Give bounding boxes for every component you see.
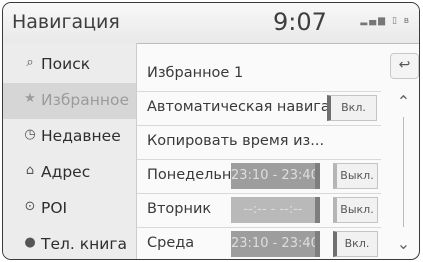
day-toggle[interactable]: Выкл.: [333, 197, 378, 223]
status-icons: ▂▄▆ ▯ ʙ: [360, 16, 411, 26]
day-toggle[interactable]: Вкл.: [333, 231, 378, 257]
copy-time-row[interactable]: Копировать время из...: [137, 126, 381, 160]
favorite-heading-row: Избранное 1: [137, 58, 381, 92]
copy-time-label: Копировать время из...: [147, 133, 325, 149]
scroll-down-button[interactable]: ⌄: [390, 233, 417, 255]
time-range-button[interactable]: 23:10 - 23:40: [231, 231, 320, 257]
magnifier-icon: ⌕: [26, 55, 34, 70]
auto-navigation-row[interactable]: Автоматическая навигация Вкл.: [137, 92, 381, 126]
sidebar-item-poi[interactable]: ⊙ POI: [3, 191, 136, 227]
sidebar-item-label: POI: [41, 199, 68, 217]
battery-icon: ▯: [391, 16, 399, 26]
header-bar: Навигация 9:07 ▂▄▆ ▯ ʙ: [3, 3, 419, 44]
sidebar-item-address[interactable]: ⌂ Адрес: [3, 155, 136, 191]
signal-icon: ▂▄▆: [360, 16, 388, 26]
sidebar-item-search[interactable]: ⌕ Поиск: [3, 47, 136, 83]
favorites-panel: Избранное 1 Автоматическая навигация Вкл…: [137, 43, 387, 259]
poi-pin-icon: ⊙: [24, 199, 36, 214]
scroll-controls: ↩ ⌃ ⌄: [387, 43, 419, 259]
day-label: Среда: [147, 235, 195, 251]
day-row-wednesday[interactable]: Среда 23:10 - 23:40 Вкл.: [137, 228, 381, 259]
sidebar-item-label: Поиск: [41, 55, 91, 73]
scrollbar-track[interactable]: [403, 117, 404, 227]
day-row-monday[interactable]: Понедельник 23:10 - 23:40 Выкл.: [137, 160, 381, 194]
star-icon: ★: [24, 91, 36, 106]
sidebar-item-label: Недавнее: [41, 127, 121, 145]
chevron-up-icon: ⌃: [396, 92, 411, 111]
sidebar-item-label: Тел. книга: [41, 235, 127, 253]
sidebar: ⌕ Поиск ★ Избранное ◷ Недавнее ⌂ Адрес ⊙…: [3, 43, 137, 259]
time-range-button[interactable]: --:-- - --:--: [231, 197, 320, 223]
scroll-up-button[interactable]: ⌃: [390, 91, 417, 113]
day-row-tuesday[interactable]: Вторник --:-- - --:-- Выкл.: [137, 194, 381, 228]
back-button[interactable]: ↩: [390, 53, 419, 79]
screen-title: Навигация: [12, 11, 120, 33]
day-toggle[interactable]: Выкл.: [333, 163, 378, 189]
sidebar-item-label: Адрес: [41, 163, 91, 181]
sidebar-item-favorites[interactable]: ★ Избранное: [3, 83, 136, 119]
address-icon: ⌂: [25, 163, 35, 178]
sidebar-item-phonebook[interactable]: ● Тел. книга: [3, 227, 136, 259]
navigation-screen: Навигация 9:07 ▂▄▆ ▯ ʙ ⌕ Поиск ★ Избранн…: [2, 2, 420, 260]
time-range-button[interactable]: 23:10 - 23:40: [231, 163, 320, 189]
favorite-heading: Избранное 1: [147, 65, 244, 81]
bluetooth-icon: ʙ: [403, 16, 411, 26]
auto-navigation-toggle[interactable]: Вкл.: [327, 95, 377, 121]
back-arrow-icon: ↩: [398, 57, 411, 73]
chevron-down-icon: ⌄: [396, 234, 411, 253]
day-label: Вторник: [147, 201, 212, 217]
sidebar-item-label: Избранное: [41, 91, 130, 109]
clock: 9:07: [273, 8, 327, 36]
auto-navigation-label: Автоматическая навигация: [147, 99, 333, 115]
person-icon: ●: [24, 235, 36, 250]
clock-icon: ◷: [24, 127, 36, 142]
sidebar-item-recent[interactable]: ◷ Недавнее: [3, 119, 136, 155]
